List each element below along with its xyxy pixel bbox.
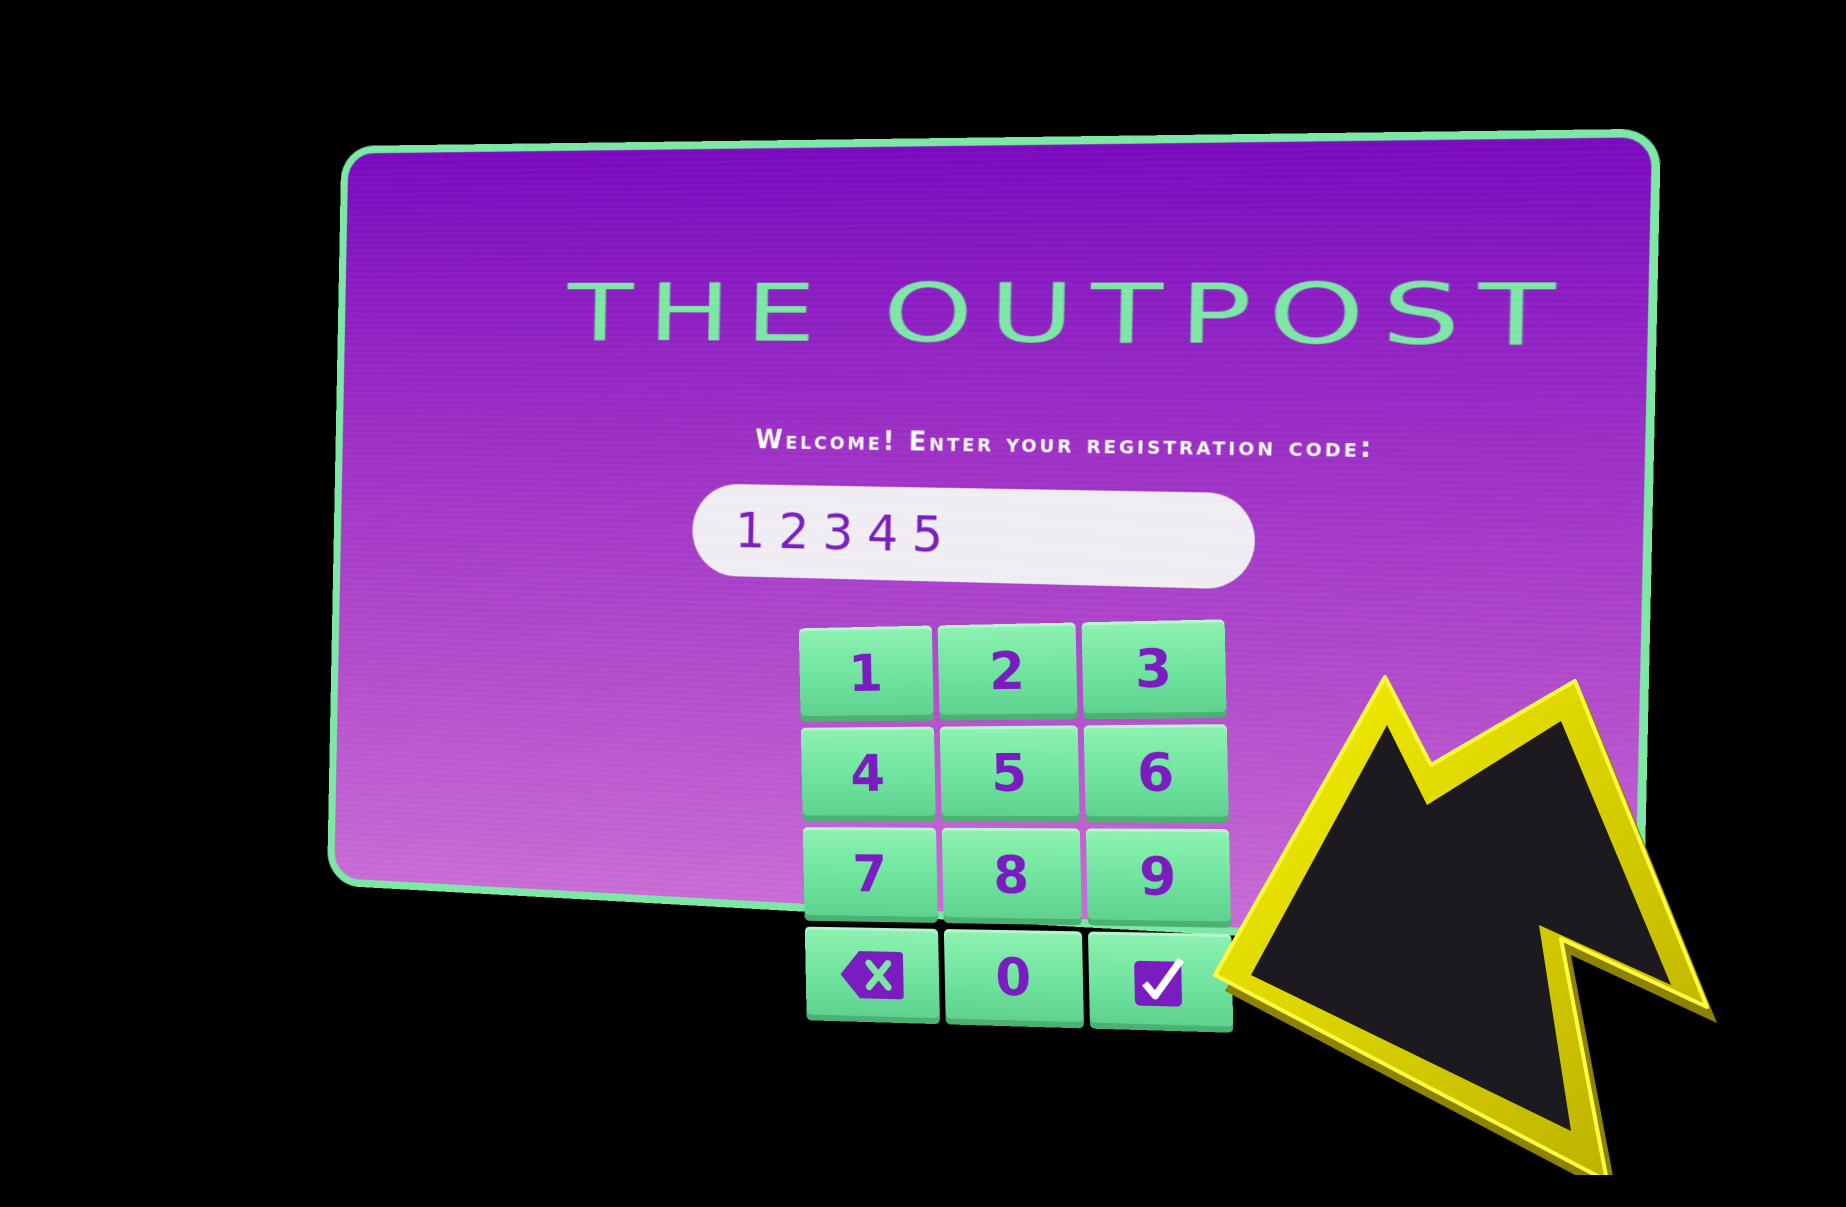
checkmark-icon xyxy=(1134,955,1188,1007)
key-0[interactable]: 0 xyxy=(943,929,1084,1029)
backspace-key[interactable] xyxy=(804,926,940,1025)
registration-prompt: Welcome! Enter your registration code: xyxy=(754,425,1375,465)
key-label: 6 xyxy=(1136,742,1175,805)
key-label: 5 xyxy=(990,743,1028,805)
key-8[interactable]: 8 xyxy=(941,827,1082,926)
registration-code-field[interactable] xyxy=(691,483,1256,590)
key-5[interactable]: 5 xyxy=(939,725,1080,823)
key-label: 2 xyxy=(988,641,1026,703)
key-4[interactable]: 4 xyxy=(800,726,936,822)
key-2[interactable]: 2 xyxy=(937,622,1078,721)
key-label: 7 xyxy=(852,845,888,905)
key-7[interactable]: 7 xyxy=(802,827,938,923)
pointer-arrow-icon xyxy=(1213,675,1717,1175)
backspace-icon xyxy=(840,949,904,1002)
game-scene: THE OUTPOST Welcome! Enter your registra… xyxy=(0,0,1846,1207)
key-label: 8 xyxy=(992,845,1030,907)
key-1[interactable]: 1 xyxy=(798,625,934,722)
numeric-keypad: 1 2 3 4 5 6 7 8 9 0 xyxy=(798,619,1234,1033)
key-label: 1 xyxy=(847,644,884,704)
key-label: 9 xyxy=(1138,846,1178,909)
game-title: THE OUTPOST xyxy=(566,265,1575,366)
key-label: 3 xyxy=(1134,638,1173,701)
key-label: 4 xyxy=(849,744,886,804)
key-label: 0 xyxy=(994,947,1032,1009)
